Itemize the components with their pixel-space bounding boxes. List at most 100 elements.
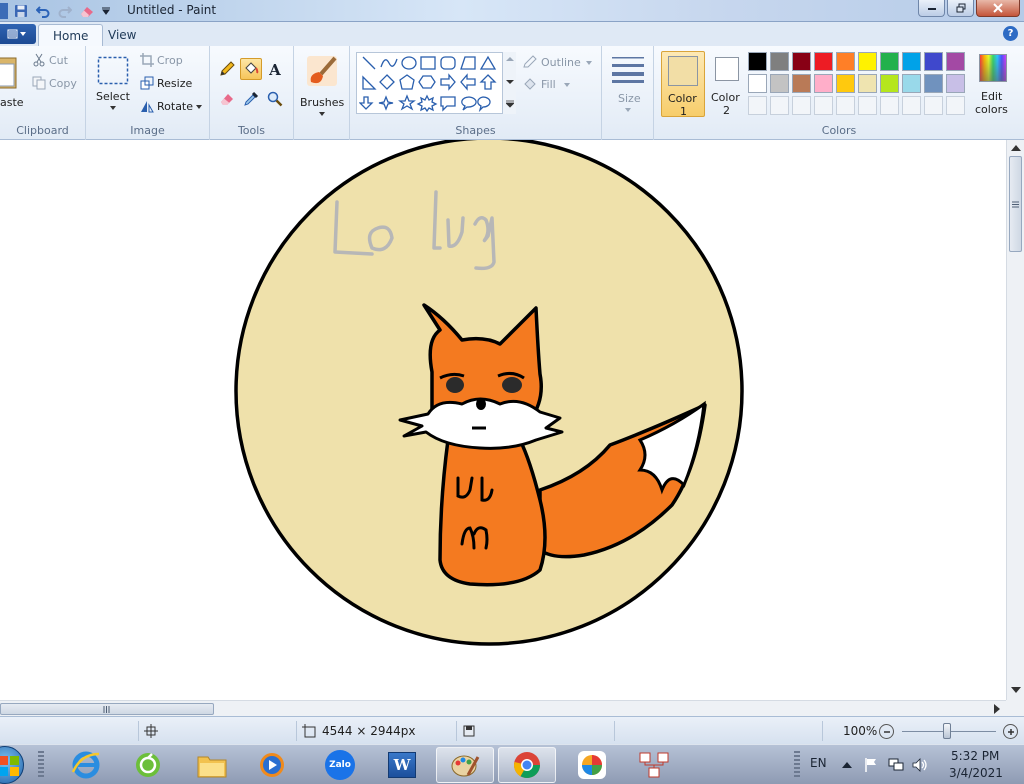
magnifier-tool[interactable] bbox=[264, 88, 286, 110]
palette-swatch-empty[interactable] bbox=[924, 96, 943, 115]
rotate-button[interactable]: Rotate bbox=[138, 98, 206, 116]
edit-colors-shade bbox=[980, 55, 1006, 81]
eraser-tool[interactable] bbox=[216, 88, 238, 110]
palette-swatch[interactable] bbox=[902, 74, 921, 93]
taskbar-ie[interactable] bbox=[64, 747, 108, 783]
fill-tool[interactable] bbox=[240, 58, 262, 80]
palette-swatch[interactable] bbox=[836, 52, 855, 71]
taskbar-media-player[interactable] bbox=[250, 747, 294, 783]
palette-swatch[interactable] bbox=[814, 74, 833, 93]
palette-swatch-empty[interactable] bbox=[814, 96, 833, 115]
taskbar-explorer[interactable] bbox=[190, 747, 234, 783]
size-button[interactable]: Size bbox=[608, 52, 648, 118]
palette-swatch[interactable] bbox=[814, 52, 833, 71]
color2-button[interactable]: Color 2 bbox=[708, 51, 748, 117]
help-icon[interactable]: ? bbox=[1003, 26, 1018, 41]
zoom-in-button[interactable] bbox=[1003, 724, 1018, 739]
taskbar-green-app[interactable] bbox=[126, 747, 170, 783]
fill-button[interactable]: Fill bbox=[522, 76, 598, 94]
scroll-up-icon[interactable] bbox=[1011, 144, 1021, 152]
vertical-scrollbar[interactable] bbox=[1006, 140, 1024, 700]
palette-swatch[interactable] bbox=[880, 74, 899, 93]
paint-menu-icon[interactable] bbox=[0, 3, 8, 19]
color1-button[interactable]: Color 1 bbox=[661, 51, 705, 118]
redo-icon[interactable] bbox=[56, 2, 74, 20]
palette-swatch-empty[interactable] bbox=[946, 96, 965, 115]
taskbar-paint[interactable] bbox=[436, 747, 494, 783]
palette-swatch[interactable] bbox=[902, 52, 921, 71]
taskbar-color-app[interactable] bbox=[570, 747, 614, 783]
select-button[interactable]: Select bbox=[94, 52, 132, 118]
scroll-down-icon[interactable] bbox=[1011, 686, 1021, 694]
zoom-slider-thumb[interactable] bbox=[943, 723, 951, 739]
palette-swatch[interactable] bbox=[946, 74, 965, 93]
close-button[interactable] bbox=[976, 0, 1020, 17]
crop-button[interactable]: Crop bbox=[138, 52, 206, 70]
taskbar-network-app[interactable] bbox=[632, 747, 676, 783]
palette-swatch[interactable] bbox=[924, 52, 943, 71]
vertical-scroll-thumb[interactable] bbox=[1009, 156, 1022, 252]
network-icon[interactable] bbox=[888, 757, 904, 773]
text-tool[interactable]: A bbox=[264, 58, 286, 80]
clock-time[interactable]: 5:32 PM bbox=[951, 749, 999, 763]
minimize-button[interactable] bbox=[918, 0, 945, 17]
palette-swatch-empty[interactable] bbox=[902, 96, 921, 115]
copy-button[interactable]: Copy bbox=[30, 75, 80, 93]
palette-swatch[interactable] bbox=[946, 52, 965, 71]
color-picker-tool[interactable] bbox=[240, 88, 262, 110]
edit-colors-button[interactable]: Edit colors bbox=[974, 52, 1020, 118]
paint-button[interactable] bbox=[0, 24, 36, 44]
pencil-tool[interactable] bbox=[216, 58, 238, 80]
drawing-canvas[interactable] bbox=[0, 140, 1006, 700]
shapes-scroll[interactable] bbox=[502, 52, 516, 114]
palette-swatch-empty[interactable] bbox=[770, 96, 789, 115]
taskbar-zalo[interactable]: Zalo bbox=[318, 747, 362, 783]
palette-swatch-empty[interactable] bbox=[836, 96, 855, 115]
brushes-label: Brushes bbox=[300, 96, 345, 109]
outline-button[interactable]: Outline bbox=[522, 54, 598, 72]
show-hidden-icons-icon[interactable] bbox=[842, 761, 852, 769]
palette-swatch[interactable] bbox=[858, 52, 877, 71]
horizontal-scroll-thumb[interactable] bbox=[0, 703, 214, 715]
palette-swatch[interactable] bbox=[770, 74, 789, 93]
brushes-button[interactable]: Brushes bbox=[298, 52, 346, 118]
palette-swatch[interactable] bbox=[836, 74, 855, 93]
scroll-right-icon[interactable] bbox=[993, 704, 1001, 714]
zoom-out-button[interactable] bbox=[879, 724, 894, 739]
palette-swatch[interactable] bbox=[748, 52, 767, 71]
plus-icon bbox=[1007, 728, 1014, 735]
colors-group: Color 1 Color 2 Edit colors Colors bbox=[654, 46, 1024, 140]
ribbon: aste Cut Copy Clipboard Select Crop Resi… bbox=[0, 46, 1024, 140]
palette-swatch[interactable] bbox=[792, 52, 811, 71]
eraser-qat-icon[interactable] bbox=[78, 2, 96, 20]
palette-swatch-empty[interactable] bbox=[880, 96, 899, 115]
paste-button[interactable]: aste bbox=[0, 52, 24, 116]
horizontal-scrollbar[interactable] bbox=[0, 700, 1006, 716]
start-button[interactable] bbox=[0, 746, 24, 784]
resize-button[interactable]: Resize bbox=[138, 75, 206, 93]
palette-swatch[interactable] bbox=[858, 74, 877, 93]
palette-swatch-empty[interactable] bbox=[748, 96, 767, 115]
taskbar-word[interactable]: W bbox=[380, 747, 424, 783]
undo-icon[interactable] bbox=[34, 2, 52, 20]
palette-swatch-empty[interactable] bbox=[858, 96, 877, 115]
volume-icon[interactable] bbox=[912, 757, 928, 773]
customize-qat-icon[interactable] bbox=[100, 2, 112, 20]
palette-swatch[interactable] bbox=[792, 74, 811, 93]
palette-swatch[interactable] bbox=[924, 74, 943, 93]
tab-view[interactable]: View bbox=[94, 24, 150, 46]
svg-text:A: A bbox=[268, 61, 281, 77]
cut-button[interactable]: Cut bbox=[30, 52, 80, 70]
palette-swatch-empty[interactable] bbox=[792, 96, 811, 115]
palette-swatch[interactable] bbox=[748, 74, 767, 93]
save-icon[interactable] bbox=[12, 2, 30, 20]
shapes-gallery[interactable] bbox=[356, 52, 516, 114]
copy-icon bbox=[32, 76, 46, 90]
action-center-flag-icon[interactable] bbox=[864, 757, 878, 773]
palette-swatch[interactable] bbox=[770, 52, 789, 71]
taskbar-chrome[interactable] bbox=[498, 747, 556, 783]
palette-swatch[interactable] bbox=[880, 52, 899, 71]
language-indicator[interactable]: EN bbox=[810, 756, 827, 770]
clock-date[interactable]: 3/4/2021 bbox=[949, 766, 1003, 780]
restore-button[interactable] bbox=[947, 0, 974, 17]
